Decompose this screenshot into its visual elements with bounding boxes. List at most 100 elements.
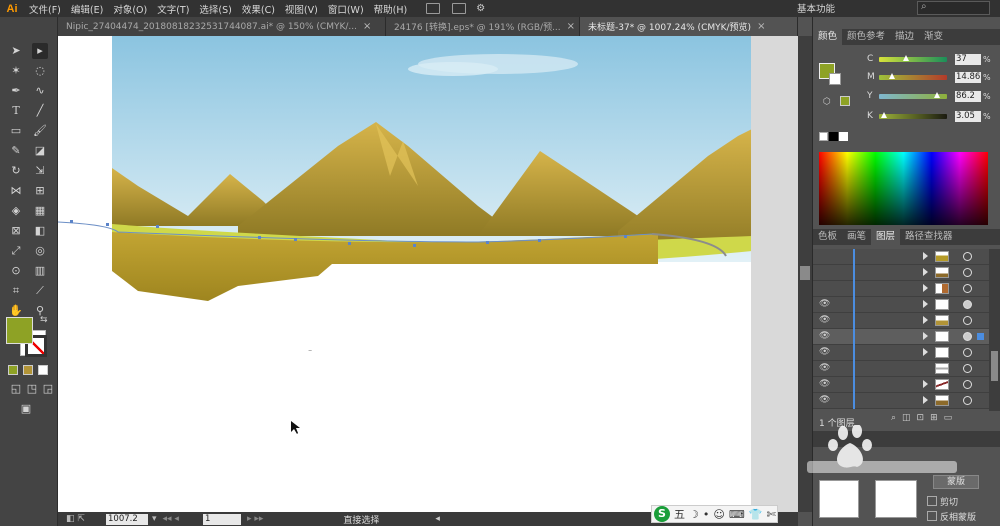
swap-fill-stroke-icon[interactable]: ⇆ — [40, 315, 48, 325]
eyedropper-icon[interactable]: ⤢ — [8, 243, 24, 259]
cyan-slider-row[interactable]: C 37 % — [867, 53, 999, 65]
expand-icon[interactable] — [923, 380, 928, 388]
eye-icon[interactable]: 👁 — [819, 379, 831, 389]
invert-mask-checkbox[interactable]: 反相蒙版 — [927, 510, 976, 523]
make-mask-button[interactable]: 蒙版 — [933, 475, 979, 489]
none-mode-icon[interactable] — [38, 365, 48, 375]
gradient-mode-icon[interactable] — [23, 365, 33, 375]
slice-tool-icon[interactable]: ⟋ — [32, 283, 48, 299]
magic-wand-icon[interactable]: ✶ — [8, 63, 24, 79]
scroll-thumb[interactable] — [991, 351, 998, 381]
screen-mode-icon[interactable]: ▣ — [18, 401, 34, 417]
mask-thumbnail[interactable] — [875, 480, 917, 518]
yellow-slider-row[interactable]: Y 86.2 % — [867, 90, 999, 102]
prev-artboard-icon[interactable]: ◂◂ ◂ — [163, 514, 179, 524]
scroll-left-icon[interactable]: ◂ — [435, 514, 440, 524]
color-spectrum[interactable] — [819, 152, 988, 225]
layer-row[interactable]: 👁 — [813, 345, 989, 361]
scroll-thumb[interactable] — [800, 266, 810, 280]
search-input[interactable] — [917, 1, 990, 15]
eye-icon[interactable]: 👁 — [819, 347, 831, 357]
close-icon[interactable]: × — [757, 21, 765, 32]
mesh-tool-icon[interactable]: ⊠ — [8, 223, 24, 239]
magenta-slider-row[interactable]: M 14.86 % — [867, 71, 999, 83]
layer-row[interactable]: 👁 — [813, 377, 989, 393]
workspace-switcher[interactable]: 基本功能 — [797, 1, 835, 15]
black-swatch[interactable] — [829, 132, 838, 141]
layer-row[interactable]: 👁 — [813, 393, 989, 409]
artboard-tool-icon[interactable]: ⌗ — [8, 283, 24, 299]
menu-view[interactable]: 视图(V) — [280, 2, 323, 16]
line-tool-icon[interactable]: ╱ — [32, 103, 48, 119]
layer-actions[interactable]: ⌕◫⊡⊞▭ — [891, 413, 958, 423]
black-value[interactable]: 3.05 — [955, 110, 981, 122]
pencil-icon[interactable]: ✎ — [8, 143, 24, 159]
tab-pathfinder[interactable]: 路径查找器 — [900, 229, 958, 245]
none-swatch[interactable] — [819, 132, 828, 141]
expand-icon[interactable] — [923, 300, 928, 308]
pen-tool-icon[interactable]: ✒ — [8, 83, 24, 99]
layer-row[interactable]: 👁 — [813, 297, 989, 313]
menu-help[interactable]: 帮助(H) — [369, 2, 413, 16]
direct-selection-tool-icon[interactable]: ▸ — [32, 43, 48, 59]
paintbrush-icon[interactable]: 🖌 — [32, 123, 48, 139]
rectangle-tool-icon[interactable]: ▭ — [8, 123, 24, 139]
color-mode-icon[interactable] — [8, 365, 18, 375]
gradient-tool-icon[interactable]: ◧ — [32, 223, 48, 239]
layer-row-selected[interactable]: 👁 — [813, 329, 989, 345]
tab-brushes[interactable]: 画笔 — [842, 229, 871, 245]
slider-thumb[interactable] — [934, 91, 941, 98]
black-slider-row[interactable]: K 3.05 % — [867, 110, 999, 122]
close-icon[interactable]: × — [567, 21, 575, 32]
skin-icon[interactable]: 👕 — [749, 508, 763, 521]
perspective-grid-icon[interactable]: ▦ — [32, 203, 48, 219]
lasso-icon[interactable]: ◌ — [32, 63, 48, 79]
magenta-value[interactable]: 14.86 — [955, 71, 981, 83]
black-slider[interactable] — [879, 111, 947, 119]
eye-icon[interactable]: 👁 — [819, 395, 831, 405]
out-of-gamut-icon[interactable]: ⬡ — [823, 97, 831, 107]
layer-row[interactable] — [813, 281, 989, 297]
rotate-tool-icon[interactable]: ↻ — [8, 163, 24, 179]
tab-document-3[interactable]: 未标题-37* @ 1007.24% (CMYK/预览) × — [580, 17, 798, 36]
slider-thumb[interactable] — [880, 111, 887, 118]
slider-thumb[interactable] — [888, 72, 895, 79]
punctuation-icon[interactable]: • — [703, 508, 710, 521]
menu-file[interactable]: 文件(F) — [24, 2, 66, 16]
tab-layers[interactable]: 图层 — [871, 229, 901, 245]
symbol-sprayer-icon[interactable]: ⊙ — [8, 263, 24, 279]
curvature-tool-icon[interactable]: ∿ — [32, 83, 48, 99]
menu-type[interactable]: 文字(T) — [152, 2, 194, 16]
fill-swatch[interactable] — [6, 317, 33, 344]
chevron-down-icon[interactable]: ▾ — [152, 514, 157, 524]
scale-tool-icon[interactable]: ⇲ — [32, 163, 48, 179]
white-swatch[interactable] — [839, 132, 848, 141]
selection-tool-icon[interactable]: ➤ — [8, 43, 24, 59]
artboard-canvas[interactable]: ⁻ — [58, 36, 798, 512]
eye-icon[interactable]: 👁 — [819, 315, 831, 325]
emoji-icon[interactable]: ☺ — [713, 508, 724, 521]
type-tool-icon[interactable]: T — [8, 103, 24, 119]
expand-icon[interactable] — [923, 284, 928, 292]
expand-icon[interactable] — [923, 252, 928, 260]
gamut-swatch[interactable] — [840, 96, 850, 106]
expand-icon[interactable] — [923, 348, 928, 356]
tab-color[interactable]: 颜色 — [813, 29, 843, 45]
tab-color-guide[interactable]: 颜色参考 — [842, 29, 890, 45]
draw-inside-icon[interactable]: ◲ — [40, 381, 56, 397]
eye-icon[interactable]: 👁 — [819, 363, 831, 373]
expand-icon[interactable] — [923, 268, 928, 276]
menu-window[interactable]: 窗口(W) — [323, 2, 369, 16]
draw-behind-icon[interactable]: ◳ — [24, 381, 40, 397]
cyan-slider[interactable] — [879, 54, 947, 62]
eye-icon[interactable]: 👁 — [819, 331, 831, 341]
draw-normal-icon[interactable]: ◱ — [8, 381, 24, 397]
arrange-documents-icon[interactable] — [452, 3, 467, 14]
menu-select[interactable]: 选择(S) — [194, 2, 236, 16]
yellow-slider[interactable] — [879, 91, 947, 99]
ime-toolbar[interactable]: S 五 ☽ • ☺ ⌨ 👕 ✄ — [651, 505, 778, 523]
expand-icon[interactable] — [923, 396, 928, 404]
expand-icon[interactable] — [923, 332, 928, 340]
tab-gradient[interactable]: 渐变 — [919, 29, 948, 45]
artboard-nav-icon[interactable]: ◧ ⇱ — [66, 514, 85, 524]
